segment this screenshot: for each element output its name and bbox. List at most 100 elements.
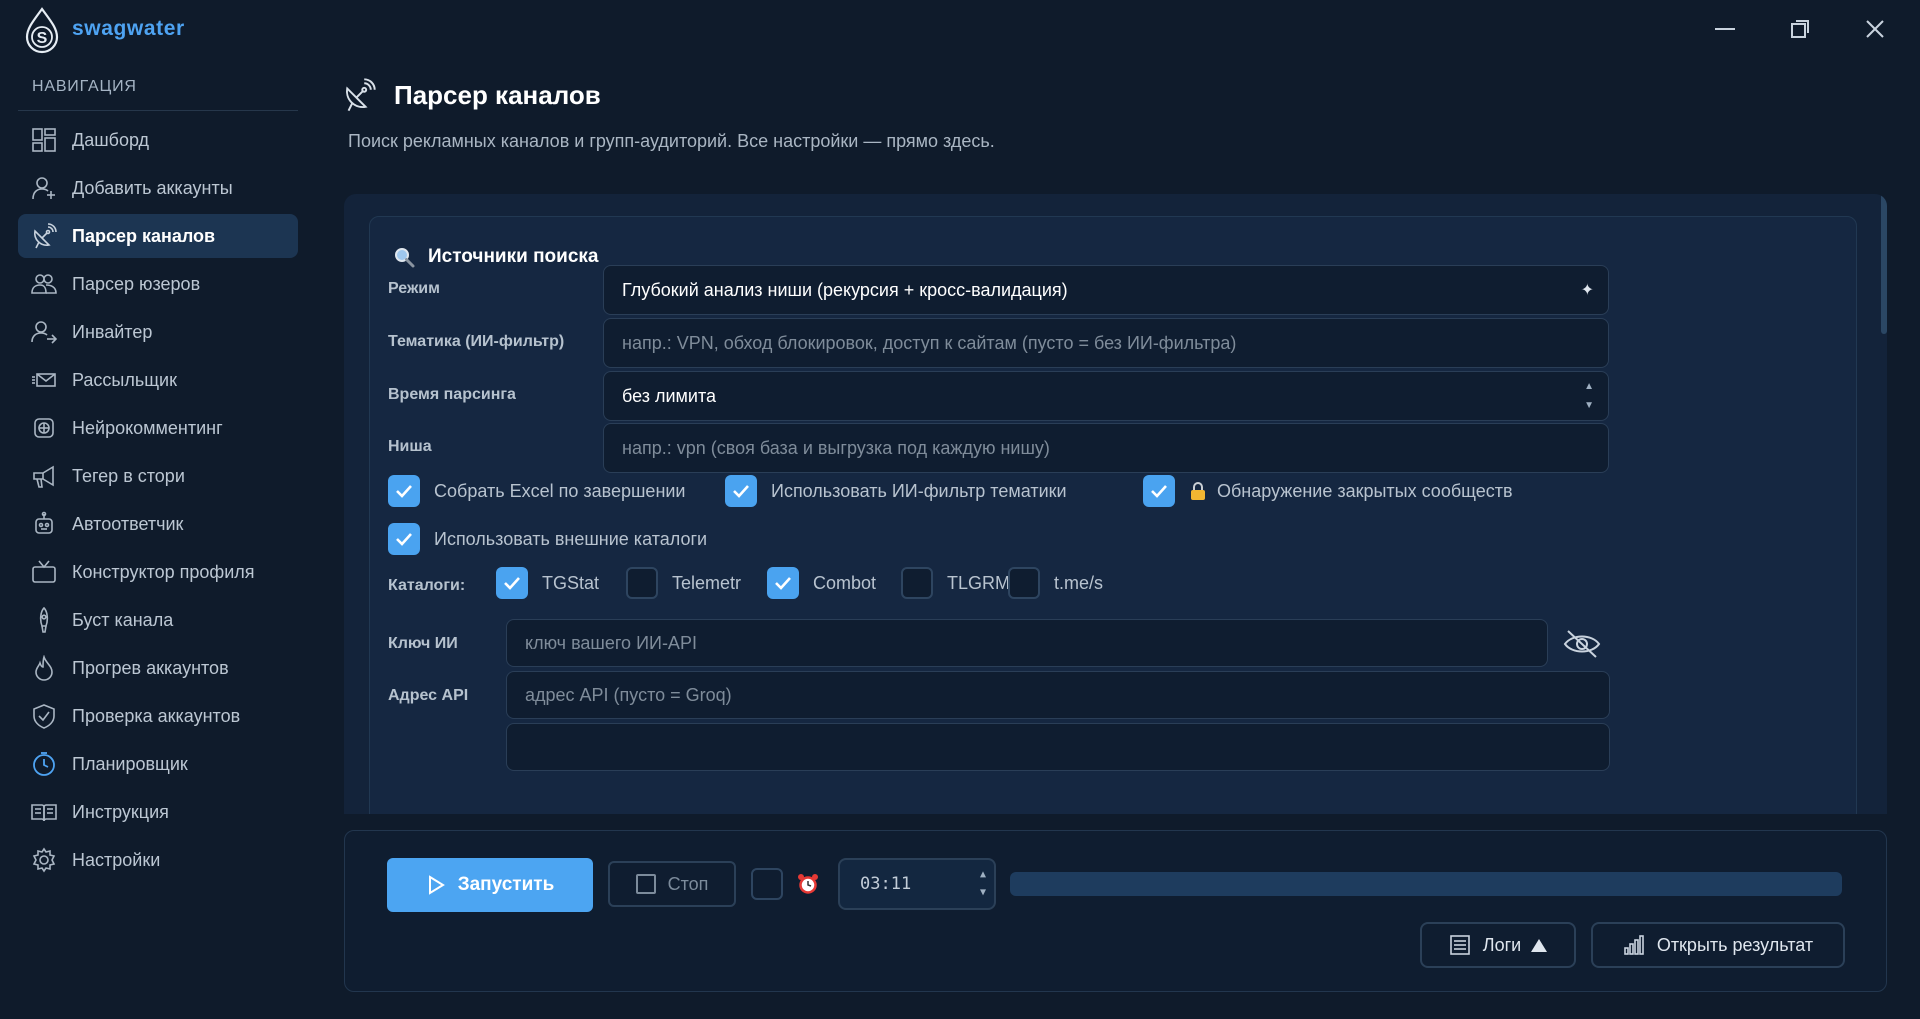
model-input[interactable] — [506, 723, 1610, 771]
ai-key-label: Ключ ИИ — [388, 635, 458, 652]
sidebar-item-add-accounts[interactable]: Добавить аккаунты — [18, 166, 298, 210]
eye-off-icon[interactable] — [1562, 627, 1602, 661]
external-catalogs-checkbox[interactable] — [388, 523, 420, 555]
sidebar-item-mailer[interactable]: Рассыльщик — [18, 358, 298, 402]
catalog-tgstat[interactable]: TGStat — [496, 567, 599, 599]
catalog-tlgrm[interactable]: TLGRM — [901, 567, 1010, 599]
svg-text:S: S — [37, 30, 48, 47]
tgstat-checkbox[interactable] — [496, 567, 528, 599]
page-subtitle: Поиск рекламных каналов и групп-аудитори… — [348, 131, 995, 151]
control-panel: Запустить Стоп 03:11 ▲ ▼ Логи Открыть ре… — [344, 830, 1887, 992]
close-button[interactable] — [1858, 12, 1892, 46]
sidebar-item-autoresponder[interactable]: Автоответчик — [18, 502, 298, 546]
timer-checkbox[interactable] — [751, 868, 783, 900]
sidebar-item-account-warmup[interactable]: Прогрев аккаунтов — [18, 646, 298, 690]
sidebar-item-story-tagger[interactable]: Тегер в стори — [18, 454, 298, 498]
gear-icon — [30, 846, 58, 874]
sidebar-item-neurocommenting[interactable]: Нейрокомментинг — [18, 406, 298, 450]
open-result-button[interactable]: Открыть результат — [1591, 922, 1845, 968]
logs-button[interactable]: Логи — [1420, 922, 1576, 968]
run-button[interactable]: Запустить — [387, 858, 593, 912]
water-drop-logo-icon: S — [25, 7, 59, 54]
tlgrm-checkbox[interactable] — [901, 567, 933, 599]
spin-down-icon[interactable]: ▼ — [1584, 400, 1594, 411]
topic-input[interactable]: напр.: VPN, обход блокировок, доступ к с… — [603, 318, 1609, 368]
nav-title: НАВИГАЦИЯ — [32, 78, 137, 95]
add-user-icon — [30, 174, 58, 202]
sidebar-item-label: Рассыльщик — [72, 369, 177, 390]
timer-input[interactable]: 03:11 ▲ ▼ — [838, 858, 996, 910]
catalog-telemetr[interactable]: Telemetr — [626, 567, 741, 599]
flame-icon — [30, 654, 58, 682]
topic-placeholder: напр.: VPN, обход блокировок, доступ к с… — [622, 332, 1237, 353]
option-closed-communities[interactable]: Обнаружение закрытых сообществ — [1143, 475, 1513, 507]
sidebar-item-label: Дашборд — [72, 129, 150, 150]
catalog-label: Telemetr — [672, 572, 742, 593]
sources-title-text: Источники поиска — [428, 246, 599, 267]
mode-value: Глубокий анализ ниши (рекурсия + кросс-в… — [622, 279, 1068, 300]
sidebar-item-profile-builder[interactable]: Конструктор профиля — [18, 550, 298, 594]
alarm-clock-icon — [798, 874, 818, 894]
time-spinbox[interactable]: без лимита ▲ ▼ — [603, 371, 1609, 421]
spin-down-icon[interactable]: ▼ — [980, 884, 986, 902]
robot-icon — [30, 510, 58, 538]
stop-icon — [635, 874, 656, 894]
minimize-icon — [1715, 28, 1735, 30]
api-address-input[interactable]: адрес API (пусто = Groq) — [506, 671, 1610, 719]
ai-key-input[interactable]: ключ вашего ИИ-API — [506, 619, 1548, 667]
stop-button[interactable]: Стоп — [608, 861, 736, 907]
maximize-button[interactable] — [1783, 12, 1817, 46]
niche-input[interactable]: напр.: vpn (своя база и выгрузка под каж… — [603, 423, 1609, 473]
clock-icon — [30, 750, 58, 778]
catalog-tme[interactable]: t.me/s — [1008, 567, 1103, 599]
sidebar-item-label: Буст канала — [72, 609, 174, 630]
sidebar-item-account-check[interactable]: Проверка аккаунтов — [18, 694, 298, 738]
timer-spinner[interactable]: ▲ ▼ — [980, 860, 986, 908]
option-external-catalogs[interactable]: Использовать внешние каталоги — [388, 523, 707, 555]
time-value: без лимита — [622, 385, 717, 406]
sources-card-title: Источники поиска — [392, 245, 598, 269]
page-title: Парсер каналов — [394, 80, 601, 110]
sidebar-item-label: Инструкция — [72, 801, 169, 822]
check-icon — [1151, 485, 1167, 498]
sidebar-item-label: Настройки — [72, 849, 161, 870]
mode-label: Режим — [388, 280, 440, 297]
sidebar-item-instructions[interactable]: Инструкция — [18, 790, 298, 834]
sidebar-item-inviter[interactable]: Инвайтер — [18, 310, 298, 354]
sidebar-item-scheduler[interactable]: Планировщик — [18, 742, 298, 786]
telemetr-checkbox[interactable] — [626, 567, 658, 599]
progress-bar — [1010, 872, 1842, 896]
option-ai-filter[interactable]: Использовать ИИ-фильтр тематики — [725, 475, 1067, 507]
excel-checkbox[interactable] — [388, 475, 420, 507]
sidebar-item-label: Инвайтер — [72, 321, 153, 342]
invite-icon — [30, 318, 58, 346]
logs-label: Логи — [1482, 934, 1522, 955]
magnifier-icon — [395, 248, 415, 268]
option-excel[interactable]: Собрать Excel по завершении — [388, 475, 686, 507]
time-spinner[interactable]: ▲ ▼ — [1584, 372, 1594, 420]
closed-communities-checkbox[interactable] — [1143, 475, 1175, 507]
api-address-placeholder: адрес API (пусто = Groq) — [525, 684, 732, 705]
ai-filter-checkbox[interactable] — [725, 475, 757, 507]
tme-checkbox[interactable] — [1008, 567, 1040, 599]
minimize-button[interactable] — [1708, 12, 1742, 46]
scrollbar-thumb[interactable] — [1881, 194, 1887, 334]
sidebar-item-label: Добавить аккаунты — [72, 177, 233, 198]
bar-chart-icon — [1624, 935, 1644, 955]
sidebar-item-dashboard[interactable]: Дашборд — [18, 118, 298, 162]
catalog-label: TLGRM — [947, 572, 1010, 593]
chip-icon — [30, 414, 58, 442]
sidebar-item-user-parser[interactable]: Парсер юзеров — [18, 262, 298, 306]
sidebar-item-label: Тегер в стори — [72, 465, 185, 486]
sidebar-item-settings[interactable]: Настройки — [18, 838, 298, 882]
catalog-combot[interactable]: Combot — [767, 567, 876, 599]
sidebar-item-channel-parser[interactable]: Парсер каналов — [18, 214, 298, 258]
users-icon — [30, 270, 58, 298]
spin-up-icon[interactable]: ▲ — [980, 866, 986, 884]
timer-value: 03:11 — [860, 874, 912, 894]
sidebar-item-channel-boost[interactable]: Буст канала — [18, 598, 298, 642]
spin-up-icon[interactable]: ▲ — [1584, 381, 1594, 392]
check-icon — [775, 577, 791, 590]
combot-checkbox[interactable] — [767, 567, 799, 599]
mode-select[interactable]: Глубокий анализ ниши (рекурсия + кросс-в… — [603, 265, 1609, 315]
